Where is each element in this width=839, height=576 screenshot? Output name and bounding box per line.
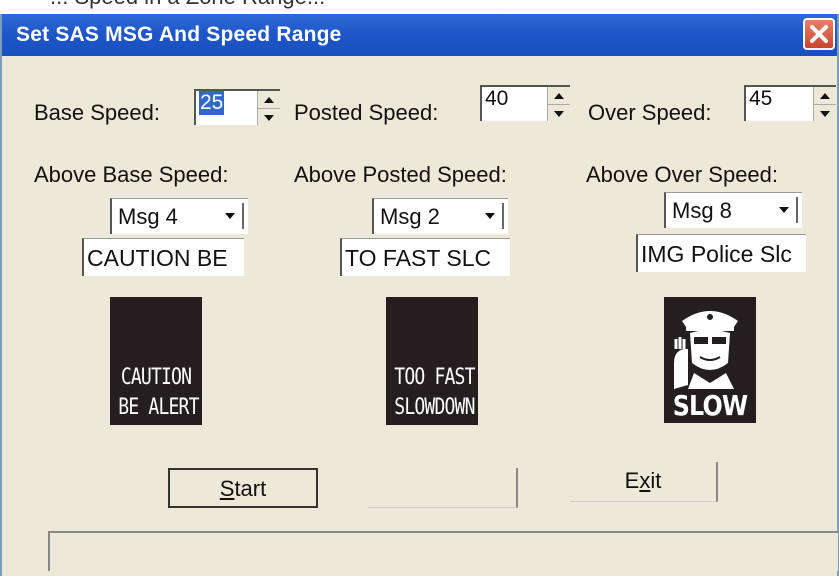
posted-message-field[interactable]: TO FAST SLC xyxy=(340,238,510,276)
above-base-speed-heading: Above Base Speed: xyxy=(34,162,229,187)
over-speed-label: Over Speed: xyxy=(588,100,712,125)
sign-line-2: SLOWDOWN xyxy=(394,395,475,420)
exit-label-pre: E xyxy=(624,468,640,493)
dialog-window: Set SAS MSG And Speed Range Base Speed: … xyxy=(0,14,839,576)
spin-up-button[interactable] xyxy=(548,87,570,104)
start-mnemonic: S xyxy=(219,476,235,501)
start-button[interactable]: Start xyxy=(168,468,318,508)
above-posted-speed-heading: Above Posted Speed: xyxy=(294,162,507,187)
base-message-field[interactable]: CAUTION BE xyxy=(82,238,244,276)
title-bar[interactable]: Set SAS MSG And Speed Range xyxy=(2,14,837,56)
exit-mnemonic: x xyxy=(639,468,651,493)
chevron-up-icon xyxy=(554,92,564,99)
posted-speed-label: Posted Speed: xyxy=(294,100,439,125)
dropdown-arrow-icon xyxy=(779,207,789,213)
sign-line-1: TOO FAST xyxy=(394,365,475,390)
base-speed-label: Base Speed: xyxy=(34,100,160,125)
dropdown-arrow-button[interactable] xyxy=(478,203,504,229)
spin-buttons xyxy=(547,87,570,121)
sign-line-2: BE ALERT xyxy=(118,395,199,420)
over-msg-select[interactable]: Msg 8 xyxy=(664,192,802,228)
caution-sign-preview: CAUTION BE ALERT xyxy=(110,297,202,425)
spin-up-button[interactable] xyxy=(814,87,836,104)
over-speed-spinner[interactable]: 45 xyxy=(744,85,836,121)
posted-speed-spinner[interactable]: 40 xyxy=(480,85,570,121)
spin-buttons xyxy=(813,87,836,121)
base-msg-select[interactable]: Msg 4 xyxy=(110,198,248,234)
sign-line-1: CAUTION xyxy=(120,365,192,390)
over-message-text[interactable]: IMG Police Slc xyxy=(641,241,792,268)
posted-msg-select[interactable]: Msg 2 xyxy=(372,198,508,234)
posted-speed-value[interactable]: 40 xyxy=(485,87,508,111)
stop-button[interactable]: Stop xyxy=(368,468,518,508)
close-icon xyxy=(810,25,828,43)
sign-line-1: SLOW xyxy=(672,389,748,422)
over-message-field[interactable]: IMG Police Slc xyxy=(636,234,806,272)
over-speed-value[interactable]: 45 xyxy=(749,87,772,111)
spin-buttons xyxy=(257,91,280,125)
chevron-up-icon xyxy=(820,92,830,99)
chevron-down-icon xyxy=(554,110,564,117)
stop-label: Stop xyxy=(419,474,465,499)
base-speed-value[interactable]: 25 xyxy=(199,91,225,115)
chevron-down-icon xyxy=(820,110,830,117)
window-title: Set SAS MSG And Speed Range xyxy=(16,23,342,46)
spin-down-button[interactable] xyxy=(814,104,836,122)
above-over-speed-heading: Above Over Speed: xyxy=(586,162,779,187)
exit-label-rest: it xyxy=(650,468,662,493)
over-msg-selected: Msg 8 xyxy=(672,198,732,223)
police-officer-icon xyxy=(674,311,738,389)
posted-message-text[interactable]: TO FAST SLC xyxy=(345,245,491,272)
base-message-text[interactable]: CAUTION BE xyxy=(87,245,228,272)
dropdown-arrow-button[interactable] xyxy=(772,197,798,223)
exit-button[interactable]: Exit xyxy=(570,462,718,502)
spin-down-button[interactable] xyxy=(548,104,570,122)
close-button[interactable] xyxy=(803,18,835,50)
chevron-down-icon xyxy=(264,114,274,121)
spin-up-button[interactable] xyxy=(258,91,280,108)
base-speed-spinner[interactable]: 25 xyxy=(194,89,280,125)
posted-msg-selected: Msg 2 xyxy=(380,204,440,229)
dropdown-arrow-icon xyxy=(485,213,495,219)
spin-down-button[interactable] xyxy=(258,108,280,126)
dropdown-arrow-button[interactable] xyxy=(218,203,244,229)
document-fragment-text: ... Speed in a Zone Range... xyxy=(50,0,325,10)
start-label: tart xyxy=(234,476,267,501)
dropdown-arrow-icon xyxy=(225,213,235,219)
status-bar xyxy=(48,531,838,571)
chevron-up-icon xyxy=(264,96,274,103)
too-fast-sign-preview: TOO FAST SLOWDOWN xyxy=(386,297,478,425)
police-slow-sign-preview: SLOW xyxy=(664,297,756,423)
base-msg-selected: Msg 4 xyxy=(118,204,178,229)
